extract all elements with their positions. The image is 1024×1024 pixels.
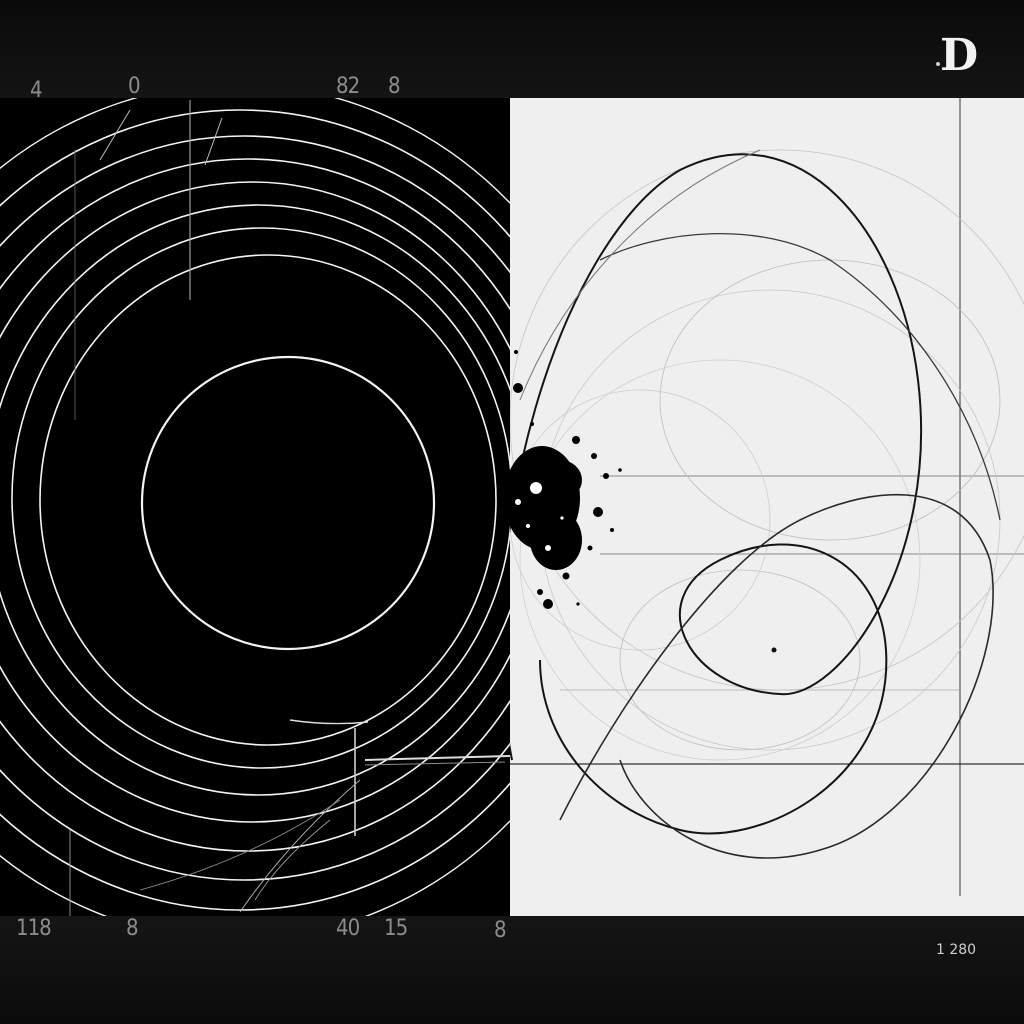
- artwork: [0, 98, 1024, 916]
- dot: [771, 647, 777, 653]
- top-tick-label: 0: [128, 74, 141, 99]
- light-panel: [510, 98, 1024, 916]
- top-tick-label: 82: [336, 74, 360, 99]
- logo: D: [940, 30, 979, 81]
- bottom-tick-label: 8: [494, 918, 507, 943]
- top-tick-label: 4: [30, 78, 43, 103]
- bottom-tick-label: 15: [384, 916, 408, 941]
- bottom-tick-label: 8: [126, 916, 139, 941]
- top-tick-label: 8: [388, 74, 401, 99]
- bottom-tick-label: 118: [16, 916, 52, 941]
- bottom-tick-label: 40: [336, 916, 360, 941]
- corner-number: 1 280: [936, 942, 977, 958]
